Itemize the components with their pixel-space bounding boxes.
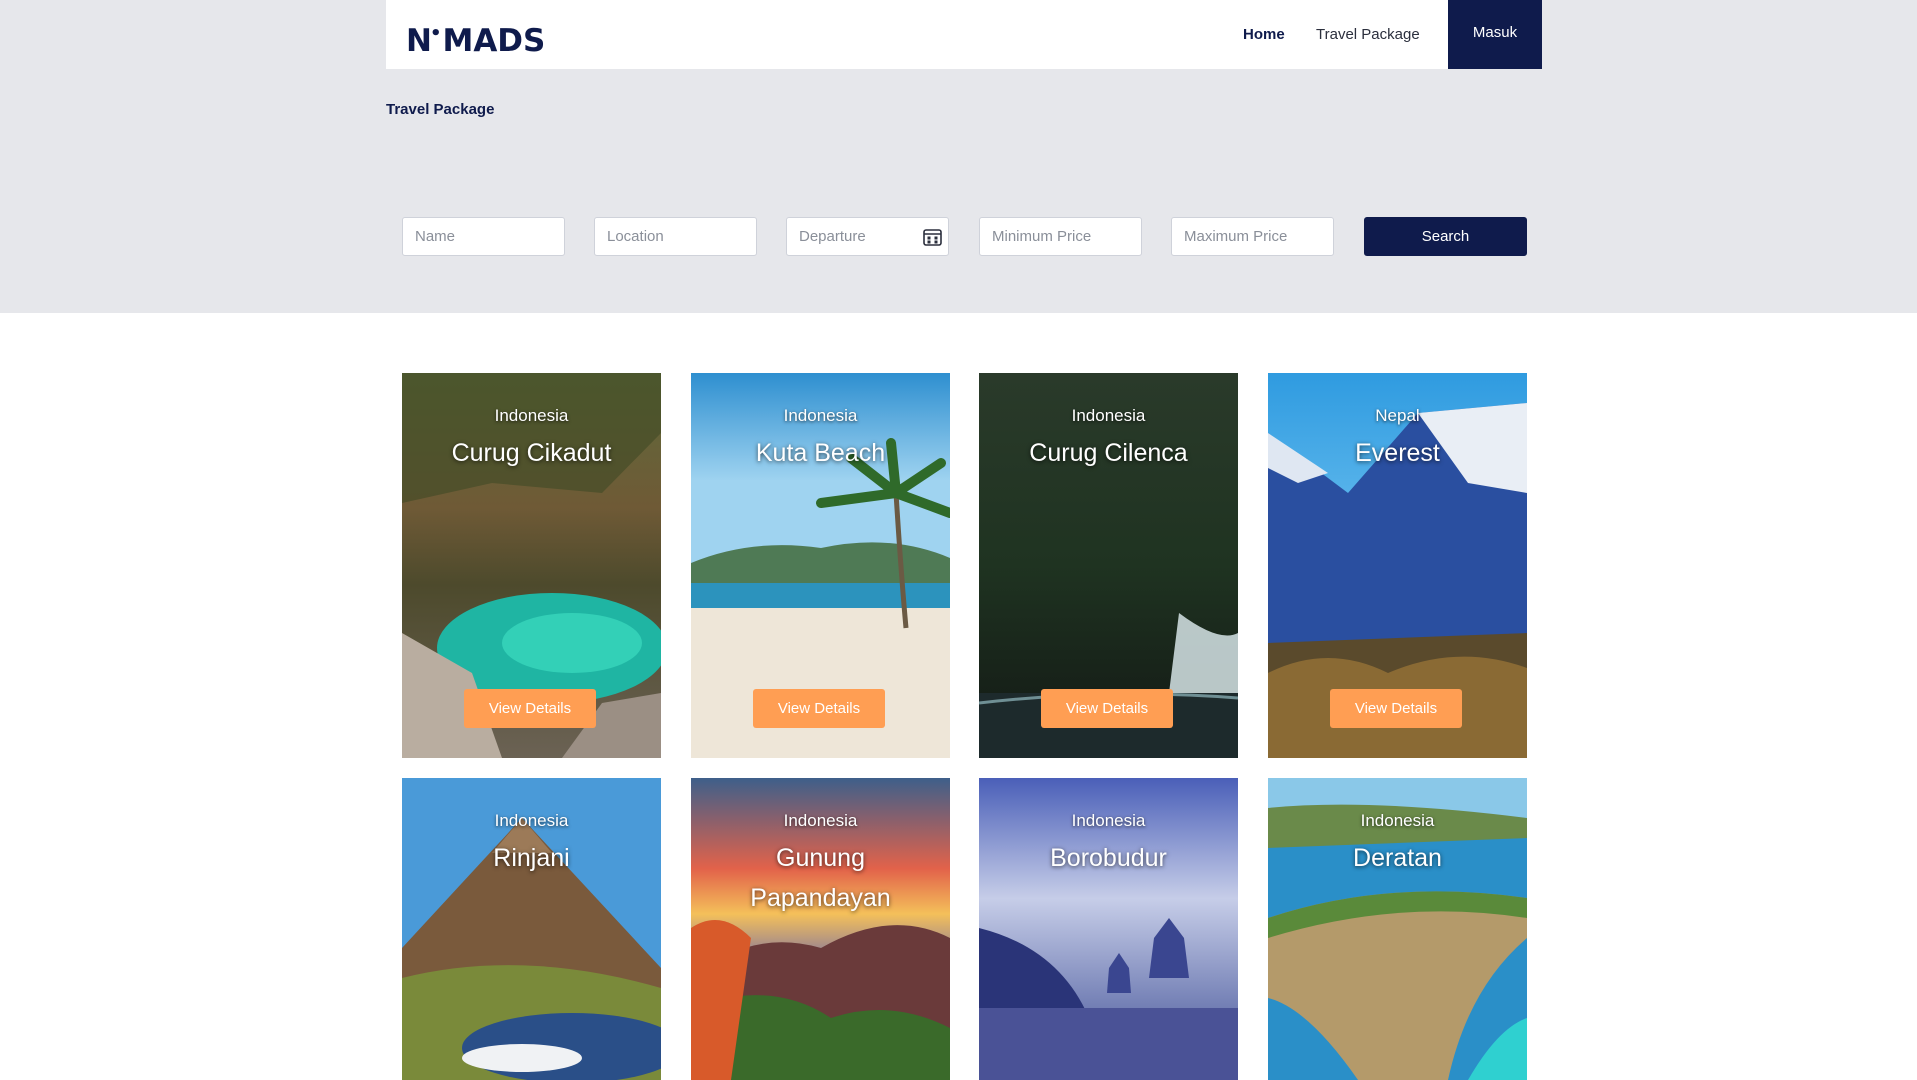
package-country: Indonesia [783, 406, 858, 425]
package-card[interactable]: Indonesia Borobudur [979, 778, 1238, 1080]
view-details-button[interactable]: View Details [1041, 689, 1173, 728]
package-card[interactable]: Indonesia Curug Cilenca View Details [979, 373, 1238, 758]
package-card[interactable]: Indonesia Deratan [1268, 778, 1527, 1080]
package-country: Nepal [1375, 406, 1420, 425]
package-country: Indonesia [783, 811, 858, 830]
view-details-button[interactable]: View Details [1330, 689, 1462, 728]
package-card[interactable]: Indonesia Rinjani [402, 778, 661, 1080]
nav-home-link[interactable]: Home [1243, 0, 1285, 69]
package-name: Everest [1355, 439, 1440, 467]
navbar: N•MADS Home Travel Package Masuk [386, 0, 1542, 69]
package-name: Curug Cikadut [451, 439, 612, 467]
calendar-icon[interactable] [923, 228, 942, 246]
package-country: Indonesia [494, 406, 569, 425]
maximum-price-input[interactable] [1171, 217, 1334, 256]
search-button[interactable]: Search [1364, 217, 1527, 256]
package-card[interactable]: Nepal Everest View Details [1268, 373, 1527, 758]
package-country: Indonesia [1071, 811, 1146, 830]
package-name: Kuta Beach [755, 439, 886, 467]
package-country: Indonesia [1071, 406, 1146, 425]
minimum-price-input[interactable] [979, 217, 1142, 256]
location-input[interactable] [594, 217, 757, 256]
package-country: Indonesia [1360, 811, 1435, 830]
login-button[interactable]: Masuk [1448, 0, 1542, 69]
name-input[interactable] [402, 217, 565, 256]
package-name: Curug Cilenca [1029, 439, 1188, 467]
package-card[interactable]: Indonesia Kuta Beach View Details [691, 373, 950, 758]
nav-travel-package-link[interactable]: Travel Package [1316, 0, 1420, 69]
view-details-button[interactable]: View Details [464, 689, 596, 728]
package-card[interactable]: Indonesia Gunung Papandayan [691, 778, 950, 1080]
package-name: Rinjani [493, 844, 570, 872]
brand-logo[interactable]: N•MADS [406, 14, 545, 59]
package-name: Borobudur [1050, 844, 1167, 872]
package-card[interactable]: Indonesia Curug Cikadut View Details [402, 373, 661, 758]
page-title: Travel Package [386, 101, 495, 118]
package-name: Gunung Papandayan [750, 844, 891, 912]
package-country: Indonesia [494, 811, 569, 830]
package-name: Deratan [1353, 844, 1442, 872]
view-details-button[interactable]: View Details [753, 689, 885, 728]
